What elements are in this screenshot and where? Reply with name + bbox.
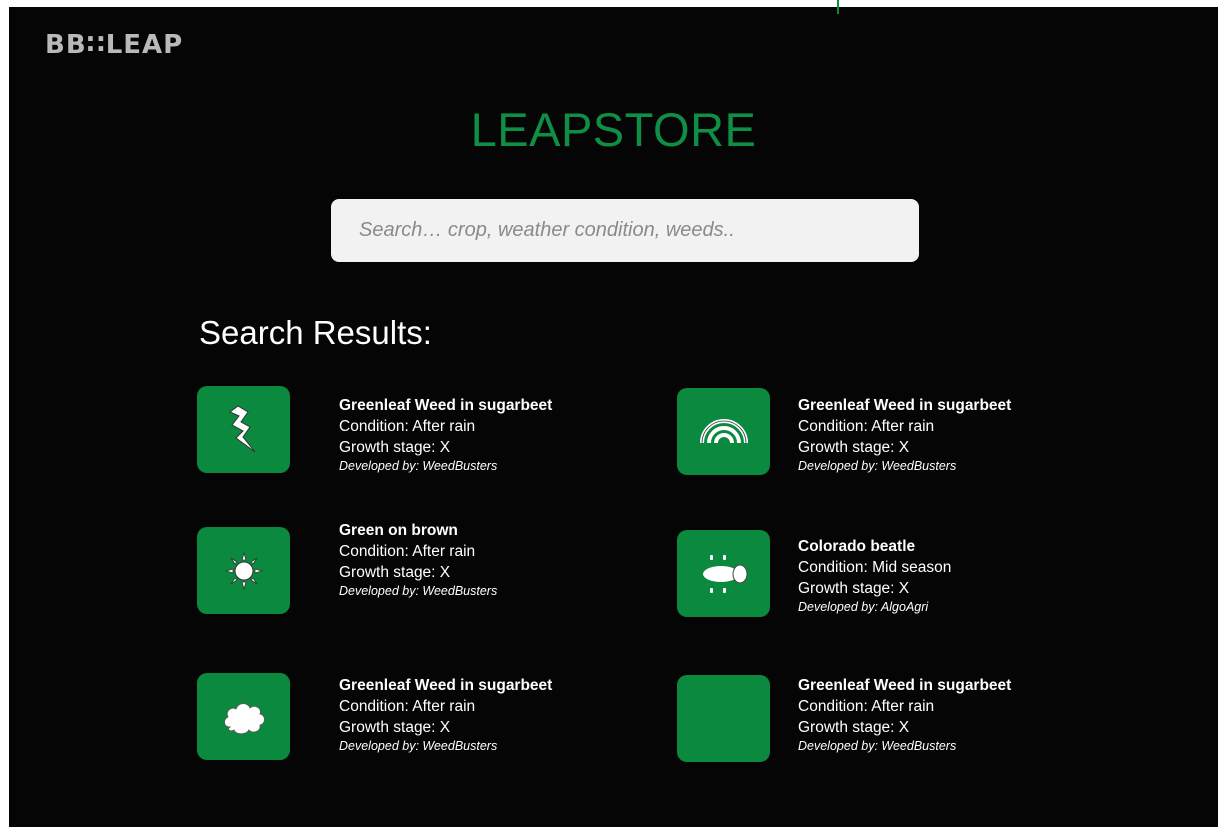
result-growth: Growth stage: X xyxy=(339,719,451,736)
result-growth: Growth stage: X xyxy=(798,580,910,597)
result-condition: Condition: After rain xyxy=(339,418,476,435)
cloud-icon xyxy=(223,702,265,734)
page-title: LEAPSTORE xyxy=(470,103,757,156)
results-heading: Search Results: xyxy=(199,314,432,351)
result-developer: Developed by: AlgoAgri xyxy=(798,600,929,614)
result-condition: Condition: After rain xyxy=(339,698,476,715)
result-developer: Developed by: WeedBusters xyxy=(339,584,498,598)
result-developer: Developed by: WeedBusters xyxy=(339,739,498,753)
result-condition: Condition: Mid season xyxy=(798,559,952,576)
result-icon-tile[interactable] xyxy=(197,527,290,614)
result-item[interactable]: Colorado beatle Condition: Mid season Gr… xyxy=(798,536,951,615)
app-screen: BB∷LEAP LEAPSTORE Search… crop, weather … xyxy=(9,7,1218,827)
result-growth: Growth stage: X xyxy=(339,439,451,456)
result-icon-tile[interactable] xyxy=(677,388,770,475)
result-name: Green on brown xyxy=(339,522,458,539)
result-condition: Condition: After rain xyxy=(798,698,935,715)
result-icon-tile[interactable] xyxy=(677,675,770,762)
result-developer: Developed by: WeedBusters xyxy=(339,459,498,473)
result-item[interactable]: Greenleaf Weed in sugarbeet Condition: A… xyxy=(798,395,1011,474)
result-developer: Developed by: WeedBusters xyxy=(798,459,957,473)
result-growth: Growth stage: X xyxy=(798,719,910,736)
result-name: Greenleaf Weed in sugarbeet xyxy=(798,677,1012,694)
result-item[interactable]: Greenleaf Weed in sugarbeet Condition: A… xyxy=(339,675,552,754)
result-name: Greenleaf Weed in sugarbeet xyxy=(339,677,553,694)
green-marker xyxy=(837,0,839,14)
beetle-icon xyxy=(702,554,747,593)
result-icon-tile[interactable] xyxy=(197,673,290,760)
result-condition: Condition: After rain xyxy=(798,418,935,435)
result-icon-tile[interactable] xyxy=(197,386,290,473)
search-input[interactable]: Search… crop, weather condition, weeds.. xyxy=(331,199,919,262)
result-name: Colorado beatle xyxy=(798,538,916,555)
top-border xyxy=(0,0,1218,7)
rainbow-icon xyxy=(699,418,748,443)
sun-icon xyxy=(224,551,263,590)
logo: BB∷LEAP xyxy=(45,30,184,60)
result-name: Greenleaf Weed in sugarbeet xyxy=(798,397,1012,414)
result-item[interactable]: Greenleaf Weed in sugarbeet Condition: A… xyxy=(798,675,1011,754)
result-developer: Developed by: WeedBusters xyxy=(798,739,957,753)
lightning-icon xyxy=(228,404,255,452)
result-growth: Growth stage: X xyxy=(798,439,910,456)
result-name: Greenleaf Weed in sugarbeet xyxy=(339,397,553,414)
result-item[interactable]: Green on brown Condition: After rain Gro… xyxy=(339,520,497,599)
result-growth: Growth stage: X xyxy=(339,564,451,581)
result-icon-tile[interactable] xyxy=(677,530,770,617)
result-condition: Condition: After rain xyxy=(339,543,476,560)
result-item[interactable]: Greenleaf Weed in sugarbeet Condition: A… xyxy=(339,395,552,474)
